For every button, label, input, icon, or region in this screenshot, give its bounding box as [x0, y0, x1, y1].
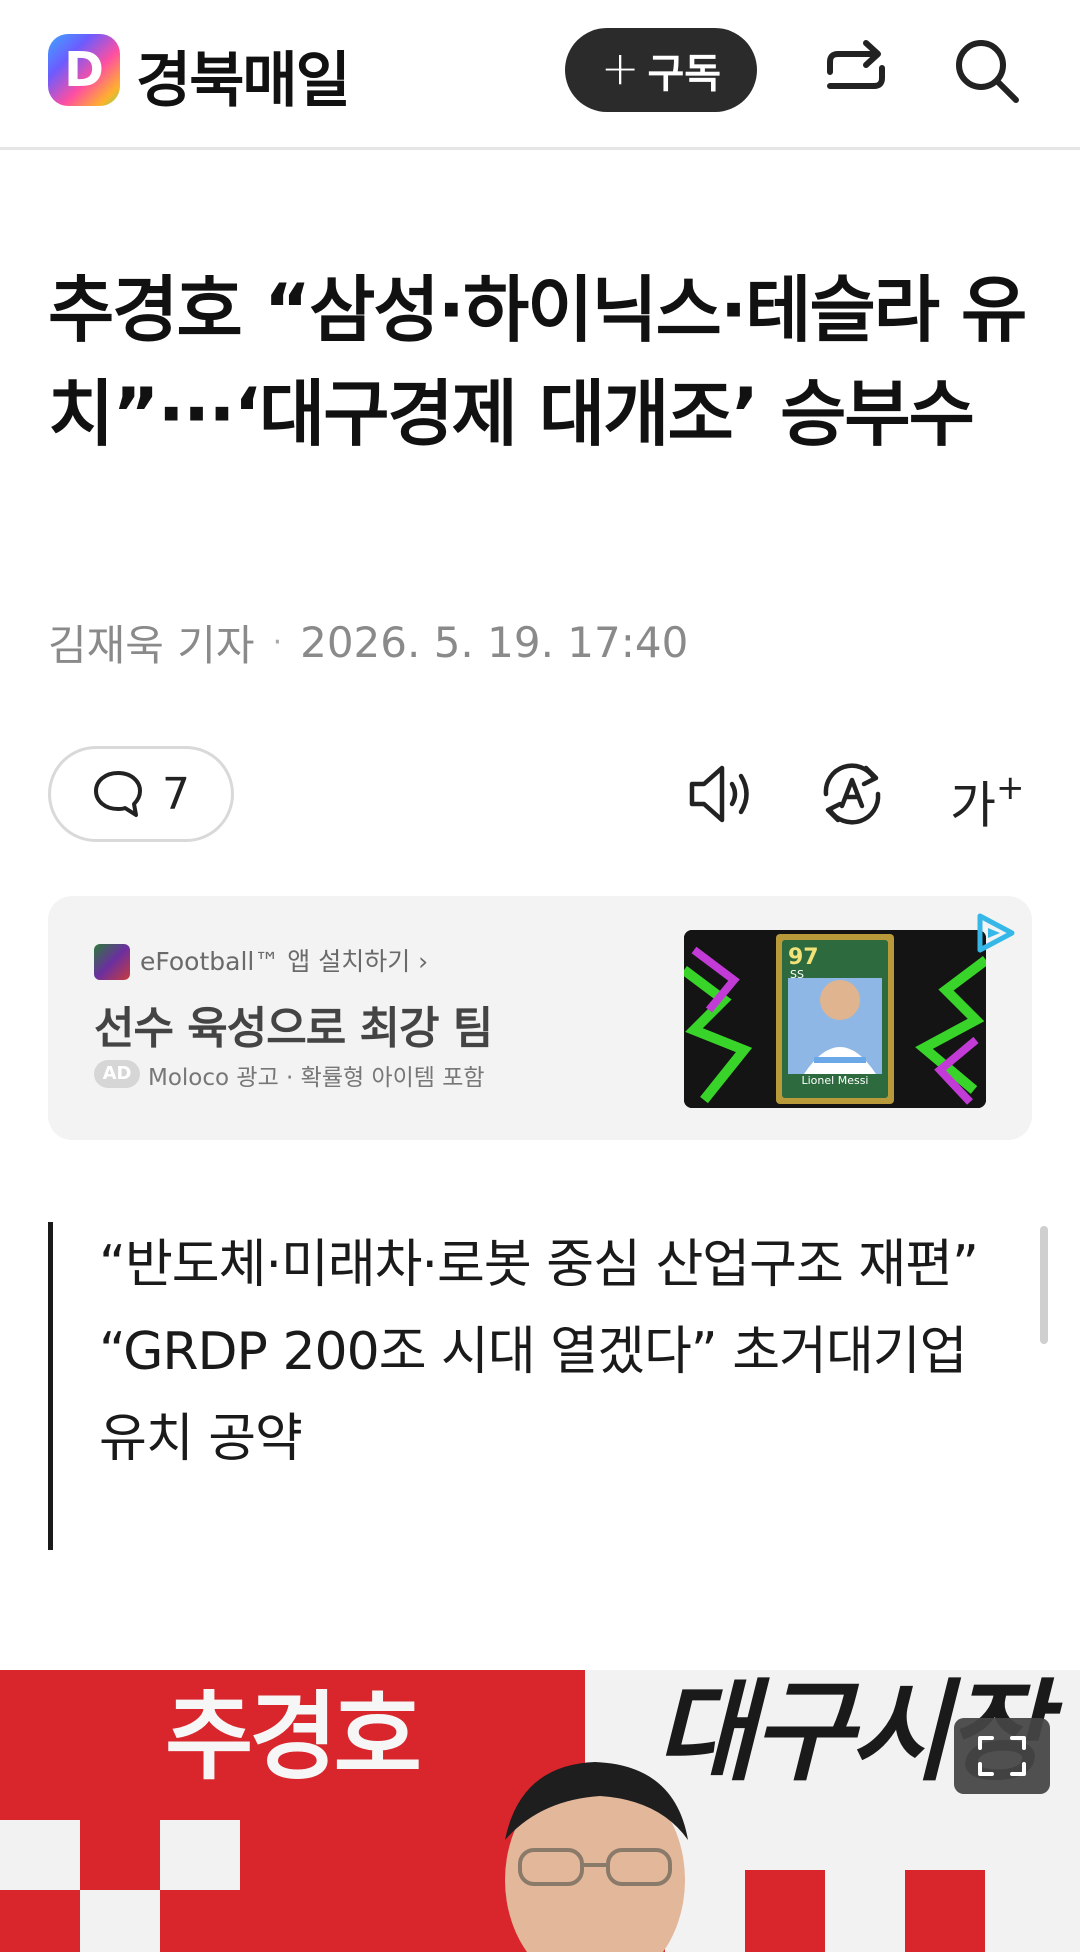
comment-bubble-icon	[94, 771, 142, 817]
search-icon[interactable]	[952, 36, 1022, 106]
comment-count: 7	[162, 768, 190, 820]
ad-choices-icon[interactable]	[972, 910, 1018, 956]
daum-logo-icon[interactable]: D	[48, 34, 120, 106]
card-player-name: Lionel Messi	[802, 1074, 869, 1087]
subheadline-line: “GRDP 200조 시대 열겠다” 초거대기업 유치 공약	[99, 1322, 967, 1469]
share-icon[interactable]	[820, 38, 892, 102]
plus-icon: +	[600, 41, 640, 95]
photo-sign-left: 추경호	[165, 1681, 419, 1793]
article-meta: 김재욱 기자 · 2026. 5. 19. 17:40	[48, 612, 688, 673]
ad-banner[interactable]: eFootball™ 앱 설치하기 › 선수 육성으로 최강 팀 AD Molo…	[48, 896, 1032, 1140]
reporter-name[interactable]: 김재욱 기자	[48, 612, 255, 673]
logo-letter: D	[64, 42, 104, 98]
article-photo-image: 추경호 대구시장	[0, 1670, 1080, 1952]
app-icon	[94, 944, 130, 980]
expand-image-icon[interactable]	[954, 1718, 1050, 1794]
ad-app-install-link[interactable]: eFootball™ 앱 설치하기 ›	[140, 942, 428, 978]
top-header: D 경북매일 + 구독	[0, 0, 1080, 150]
article-subheadline: “반도체·미래차·로봇 중심 산업구조 재편” “GRDP 200조 시대 열겠…	[48, 1222, 1028, 1550]
subscribe-label: 구독	[647, 51, 722, 97]
subheadline-line: “반도체·미래차·로봇 중심 산업구조 재편”	[99, 1235, 979, 1295]
ad-badge: AD	[94, 1060, 140, 1088]
subheadline-scrollbar[interactable]	[1040, 1226, 1048, 1344]
ad-disclosure: Moloco 광고 · 확률형 아이템 포함	[148, 1065, 485, 1091]
font-size-button[interactable]: 가+	[950, 756, 1026, 835]
speaker-icon[interactable]	[684, 756, 760, 832]
card-rating: 97	[788, 945, 819, 970]
ad-player-card-image: 97 SS Lionel Messi	[684, 930, 986, 1108]
font-size-plus: +	[996, 768, 1025, 808]
article-title: 추경호 “삼성·하이닉스·테슬라 유치”···‘대구경제 대개조’ 승부수	[48, 268, 1027, 456]
article-photo[interactable]: 추경호 대구시장	[0, 1670, 1080, 1952]
meta-separator: ·	[272, 625, 283, 660]
ad-headline: 선수 육성으로 최강 팀	[94, 1003, 493, 1054]
publish-datetime: 2026. 5. 19. 17:40	[300, 618, 689, 667]
card-position: SS	[790, 968, 804, 981]
press-brand-name[interactable]: 경북매일	[136, 32, 351, 119]
font-size-label: 가	[950, 776, 996, 835]
subscribe-button[interactable]: + 구독	[565, 28, 757, 112]
comments-button[interactable]: 7	[48, 746, 234, 842]
translate-icon[interactable]	[814, 756, 890, 832]
